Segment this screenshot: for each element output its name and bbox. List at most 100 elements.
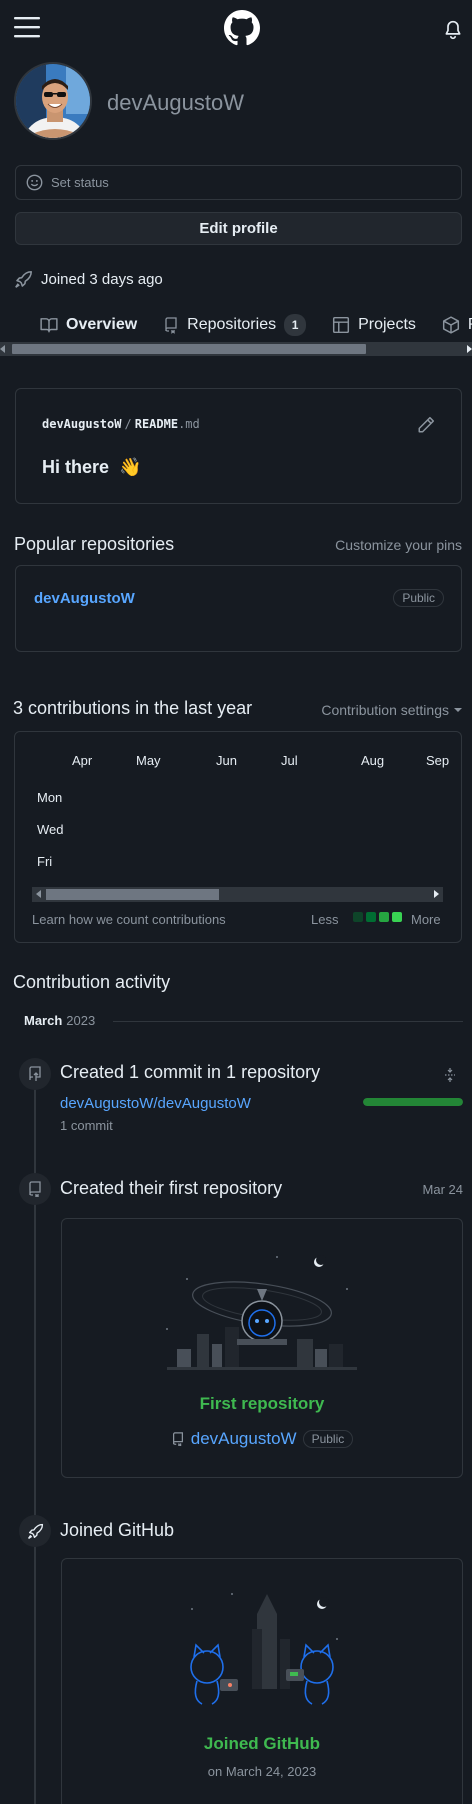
readme-heading: Hi there 👋 (42, 457, 141, 478)
tab-packages-label: Pa (468, 316, 472, 334)
tab-repositories-label: Repositories (187, 316, 277, 333)
joined-activity-icon (19, 1515, 51, 1547)
menu-button[interactable] (14, 16, 40, 38)
customize-pins-link[interactable]: Customize your pins (335, 537, 462, 553)
contribution-legend (353, 912, 402, 922)
timeline-line (34, 1060, 36, 1804)
day-mon: Mon (37, 790, 63, 805)
day-wed: Wed (37, 822, 64, 837)
package-icon (442, 316, 459, 334)
popular-repos-title: Popular repositories (14, 534, 175, 554)
table-icon (333, 316, 350, 334)
legend-less: Less (311, 912, 339, 927)
notifications-button[interactable] (444, 20, 462, 40)
contribution-settings-dropdown[interactable]: Contribution settings (321, 702, 462, 718)
readme-ext: .md (178, 417, 200, 431)
readme-file: README (134, 417, 179, 431)
readme-owner[interactable]: devAugustoW (42, 417, 121, 431)
readme-path: devAugustoW / README.md (42, 417, 200, 431)
legend-swatch-2 (366, 912, 376, 922)
month-apr: Apr (72, 753, 93, 768)
tab-repositories[interactable]: Repositories 1 (163, 314, 307, 336)
month-sep: Sep (426, 753, 450, 768)
repo-push-icon (29, 1066, 41, 1081)
month-may: May (136, 753, 161, 768)
profile-username: devAugustoW (107, 90, 244, 115)
commit-count-link[interactable]: 1 commit (60, 1118, 113, 1133)
graph-scroll-left-icon[interactable] (36, 890, 41, 898)
month-divider (113, 1021, 463, 1022)
legend-swatch-3 (379, 912, 389, 922)
public-badge: Public (393, 589, 444, 607)
collapse-button[interactable] (442, 1067, 458, 1083)
activity-month: March (24, 1013, 63, 1028)
fold-icon (445, 1068, 455, 1082)
tab-overview[interactable]: Overview (40, 314, 137, 336)
avatar-image (16, 64, 90, 138)
contributions-title: 3 contributions in the last year (13, 698, 253, 718)
octocat-launch-illustration-icon (190, 1593, 338, 1705)
set-status-label: Set status (51, 175, 109, 190)
repo-icon (29, 1181, 41, 1197)
contribution-activity-title: Contribution activity (13, 972, 171, 992)
first-repo-link[interactable]: devAugustoW (191, 1429, 297, 1449)
first-repo-date: Mar 24 (422, 1182, 463, 1197)
github-home-link[interactable] (224, 10, 260, 46)
hamburger-icon (14, 17, 40, 38)
contribution-graph-card: Apr May Jun Jul Aug Sep Mon Wed Fri Lear… (14, 731, 462, 943)
smiley-icon (26, 174, 43, 191)
joined-card: Joined GitHub on March 24, 2023 (61, 1558, 463, 1804)
graph-scrollbar-thumb[interactable] (46, 889, 219, 900)
space-illustration-icon (166, 1255, 357, 1370)
tabs-scrollbar-thumb[interactable] (12, 344, 366, 354)
repositories-count-badge: 1 (284, 314, 307, 336)
scroll-left-arrow-icon[interactable] (0, 345, 5, 353)
avatar[interactable] (14, 62, 92, 140)
first-repo-card: First repository devAugustoW Public (61, 1218, 463, 1478)
joined-info: Joined 3 days ago (14, 270, 163, 289)
set-status-button[interactable]: Set status (15, 165, 462, 200)
tabs-scrollbar[interactable] (0, 342, 472, 356)
tab-projects[interactable]: Projects (332, 314, 416, 336)
readme-heading-text: Hi there (42, 457, 110, 477)
pinned-repo-link[interactable]: devAugustoW (34, 590, 135, 607)
caret-down-icon (454, 708, 462, 712)
activity-month-heading: March 2023 (24, 1013, 95, 1028)
joined-activity-title: Joined GitHub (60, 1520, 175, 1540)
month-jul: Jul (281, 753, 298, 768)
pencil-icon (418, 416, 435, 433)
first-repo-card-repo: devAugustoW Public (62, 1429, 462, 1449)
wave-emoji: 👋 (119, 457, 142, 477)
repo-icon (172, 1432, 183, 1446)
pinned-repo-card: devAugustoW Public (15, 565, 462, 652)
commits-activity-title[interactable]: Created 1 commit in 1 repository (60, 1062, 320, 1083)
edit-readme-button[interactable] (417, 416, 435, 434)
repo-icon (165, 317, 177, 334)
graph-scroll-right-icon[interactable] (434, 890, 439, 898)
commit-repo-link[interactable]: devAugustoW/devAugustoW (60, 1095, 251, 1112)
book-icon (40, 318, 58, 333)
tab-projects-label: Projects (358, 316, 416, 333)
edit-profile-label: Edit profile (199, 220, 278, 237)
contribution-settings-label: Contribution settings (321, 702, 449, 718)
day-fri: Fri (37, 854, 53, 869)
commit-progress-fill (363, 1098, 463, 1106)
rocket-icon (27, 1523, 43, 1539)
commit-activity-icon (19, 1058, 51, 1090)
tab-packages[interactable]: Pa (442, 314, 472, 336)
first-repo-public-badge: Public (302, 1430, 354, 1448)
bell-icon (445, 20, 461, 40)
learn-contributions-link[interactable]: Learn how we count contributions (32, 912, 226, 927)
joined-card-date: on March 24, 2023 (207, 1764, 317, 1779)
graph-scrollbar[interactable] (32, 887, 443, 902)
tab-overview-label: Overview (66, 316, 138, 333)
legend-swatch-4 (392, 912, 402, 922)
scroll-right-arrow-icon[interactable] (467, 345, 472, 353)
month-jun: Jun (216, 753, 237, 768)
first-repo-card-title: First repository (199, 1394, 325, 1413)
legend-swatch-1 (353, 912, 363, 922)
month-aug: Aug (361, 753, 385, 768)
edit-profile-button[interactable]: Edit profile (15, 212, 462, 245)
first-repo-activity-title: Created their first repository (60, 1178, 283, 1198)
readme-card: devAugustoW / README.md Hi there 👋 (15, 388, 462, 504)
